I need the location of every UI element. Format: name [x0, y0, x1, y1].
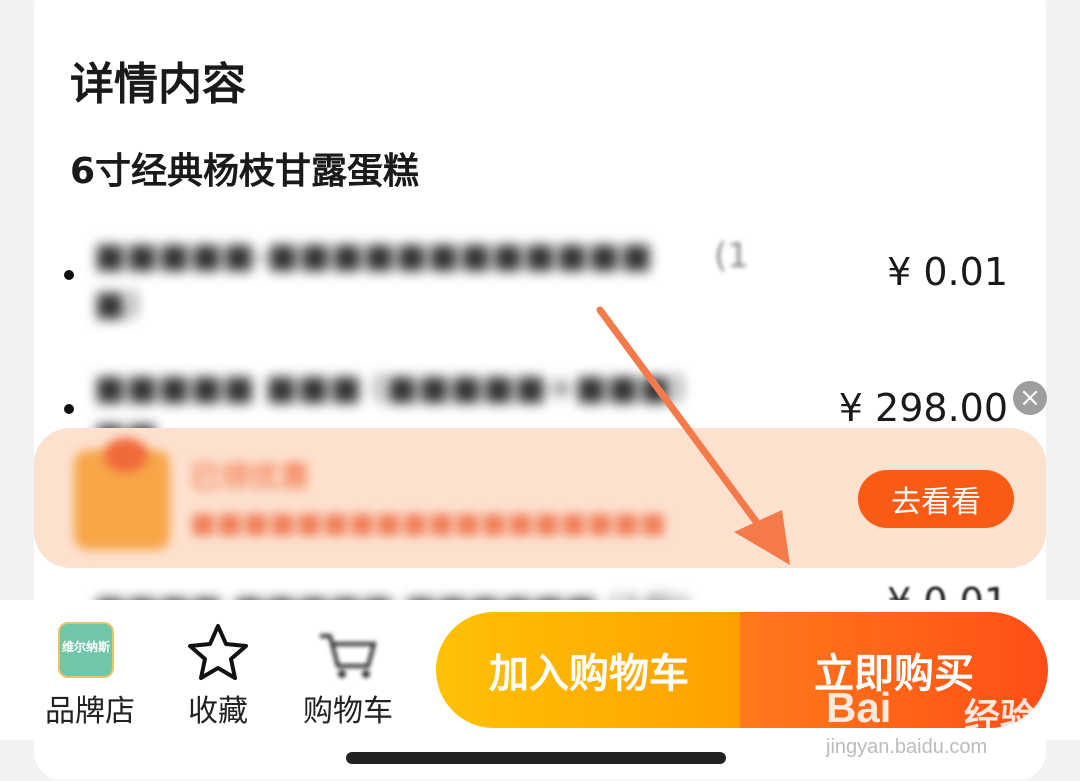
watermark-url: jingyan.baidu.com	[826, 736, 988, 758]
annotation-arrow	[596, 306, 790, 565]
baidu-watermark: Bai 经验 jingyan.baidu.com	[826, 666, 1056, 776]
home-indicator[interactable]	[346, 752, 726, 764]
watermark-text: 经验	[964, 697, 1037, 738]
watermark-logo: Bai	[826, 684, 892, 731]
